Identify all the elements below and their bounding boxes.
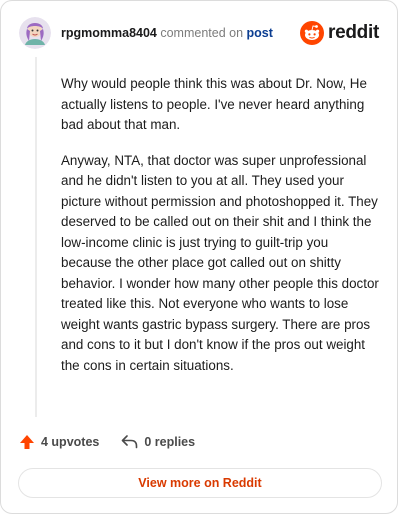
thread-line (35, 57, 37, 417)
comment-card: rpgmomma8404 commented on post reddit Wh… (0, 0, 398, 514)
view-more-button[interactable]: View more on Reddit (18, 468, 382, 498)
reply-arrow-icon (122, 435, 138, 449)
comment-actions: 4 upvotes 0 replies (19, 434, 217, 450)
reply-count: 0 replies (144, 435, 196, 449)
upvote-button[interactable]: 4 upvotes (19, 434, 99, 450)
reddit-logo-icon (300, 21, 325, 45)
brand-wordmark: reddit (328, 22, 379, 43)
upvote-count: 4 upvotes (41, 435, 100, 449)
user-avatar[interactable] (19, 17, 51, 49)
byline-verb: commented on (160, 26, 244, 40)
byline: rpgmomma8404 commented on post (61, 26, 273, 40)
comment-body: Why would people think this was about Dr… (61, 74, 379, 391)
username[interactable]: rpgmomma8404 (61, 26, 157, 40)
reddit-brand[interactable]: reddit (300, 21, 379, 45)
avatar-image (19, 17, 51, 49)
comment-paragraph: Why would people think this was about Dr… (61, 76, 367, 132)
comment-header: rpgmomma8404 commented on post reddit (19, 17, 381, 51)
view-more-label: View more on Reddit (138, 476, 262, 490)
comment-paragraph: Anyway, NTA, that doctor was super unpro… (61, 152, 379, 373)
upvote-arrow-icon (20, 435, 34, 449)
reply-button[interactable]: 0 replies (121, 435, 195, 449)
post-link[interactable]: post (247, 26, 273, 40)
